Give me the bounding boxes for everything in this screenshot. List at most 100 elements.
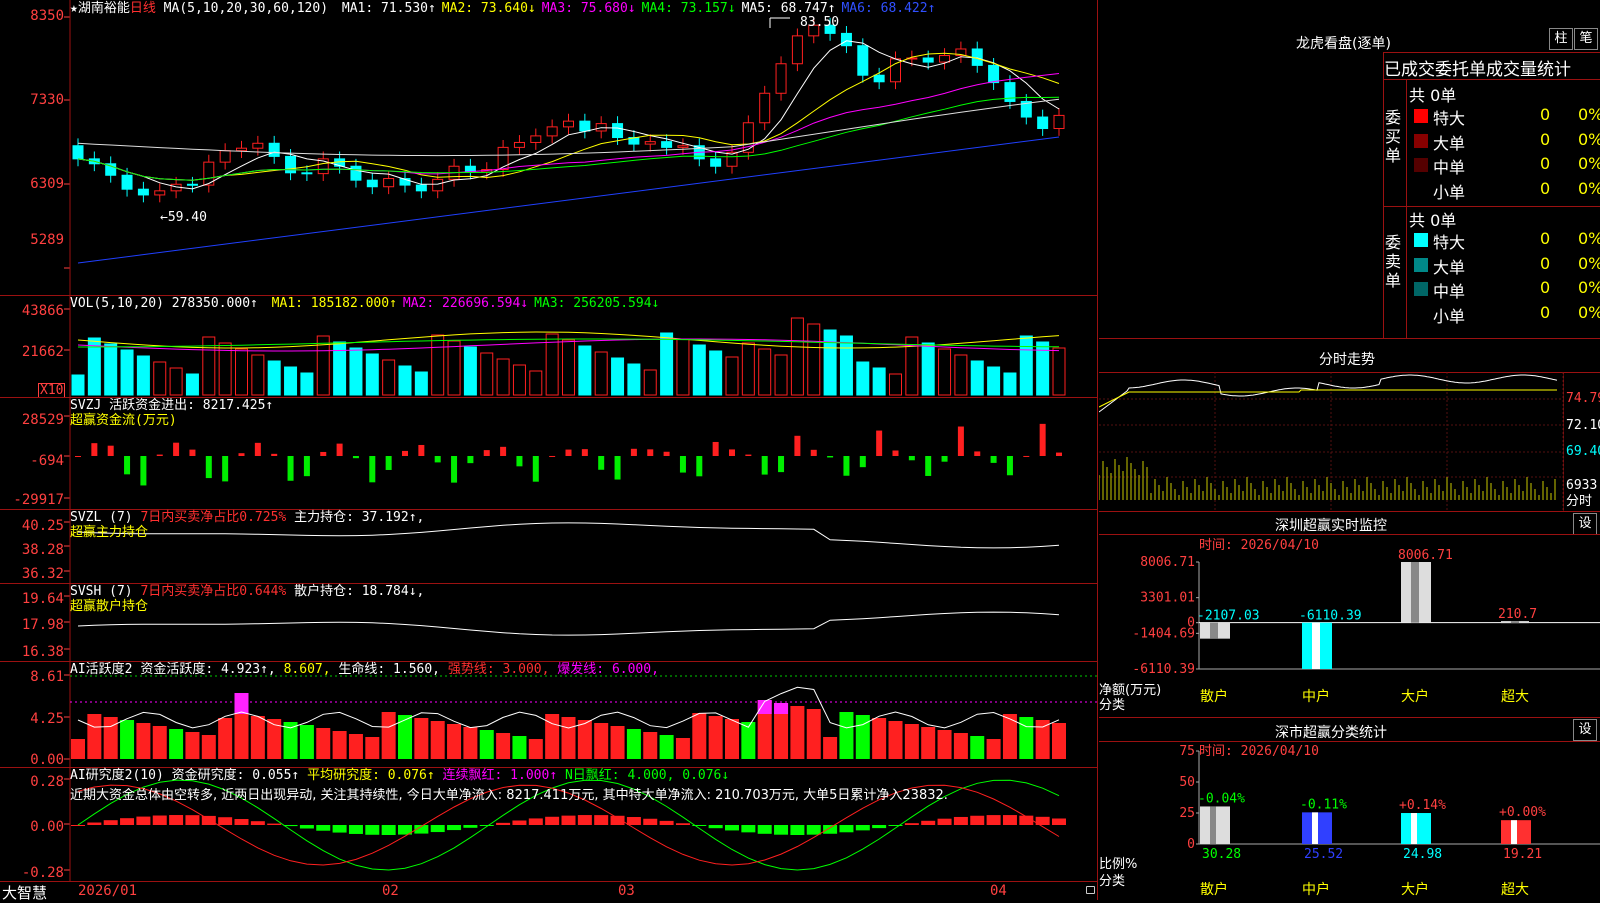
research-bar — [185, 815, 200, 825]
volume-bar — [414, 371, 428, 396]
candle-body — [1053, 114, 1065, 130]
ai-research-nday: N日飘红: 4.000, 0.076↓ — [564, 768, 730, 783]
svzl-label1: 7日内买卖净占比0.725% — [140, 510, 287, 525]
intraday-tick: 6933 — [1566, 478, 1598, 493]
fund-flow-bar — [696, 456, 703, 477]
fund-flow-bar — [941, 456, 948, 462]
ma-value: MA1: 71.530↑ — [341, 1, 436, 16]
svzl-tick: 38.28 — [21, 542, 64, 558]
research-bar — [790, 825, 805, 835]
sz-class-ylabel: 比例% — [1099, 857, 1138, 872]
candle-body — [579, 120, 591, 132]
y-tick-label: 8006.71 — [1140, 555, 1195, 570]
lhb-bar-button[interactable]: 柱 — [1549, 28, 1573, 50]
lhb-buy-row-name: 大单 — [1433, 133, 1466, 153]
candle-body — [775, 63, 787, 94]
research-bar — [103, 820, 118, 825]
volume-bar — [562, 339, 575, 396]
research-bar — [528, 818, 543, 825]
monitor-bar-label: -6110.39 — [1299, 609, 1362, 624]
sz-monitor-ylabel: 净额(万元) — [1099, 683, 1162, 698]
candle-body — [546, 126, 558, 137]
ai-active-strong: 强势线: 3.000, — [447, 662, 550, 677]
price-line — [1099, 374, 1558, 413]
x-tick: 04 — [990, 883, 1007, 899]
sz-class-xlabel: 分类 — [1099, 874, 1126, 889]
candle-body — [285, 155, 297, 174]
lhb-sell-row-name: 大单 — [1433, 257, 1466, 277]
chart-canvas[interactable] — [0, 0, 1098, 900]
ai-research-tick: 0.28 — [30, 774, 64, 790]
active-bar — [708, 716, 723, 759]
y-tick-label: 0 — [1187, 837, 1195, 852]
sz-class-title: 深市超赢分类统计 — [1275, 725, 1387, 741]
research-bar — [447, 825, 462, 831]
fund-flow-bar — [173, 442, 180, 456]
fund-flow-bar — [729, 449, 735, 456]
fund-flow-bar — [990, 456, 997, 463]
research-bar — [1052, 818, 1066, 825]
active-bar — [103, 717, 118, 759]
fund-flow-bar — [827, 456, 834, 458]
fund-flow-bar — [630, 448, 637, 456]
price-tick: 7330 — [30, 92, 64, 108]
active-bar — [872, 718, 887, 759]
candle-body — [415, 184, 427, 192]
svzl-subtitle: 超赢主力持仓 — [70, 525, 149, 540]
lhb-sell-row-pct: 0% — [1578, 302, 1600, 322]
candle-body — [121, 174, 133, 190]
x-tick: 02 — [382, 883, 399, 899]
volume-bar — [872, 367, 886, 396]
category-label: 散户 — [1200, 881, 1228, 898]
stock-name: ★湖南裕能 — [70, 1, 130, 16]
active-bar — [479, 730, 494, 759]
ai-active-title: AI活跃度2 — [70, 662, 133, 677]
ai-research-avg: 平均研究度: 0.076↑ — [307, 768, 435, 783]
sz-monitor-settings-button[interactable]: 设 — [1573, 513, 1597, 535]
vol-unit-label: X10 — [38, 383, 66, 398]
active-bar — [201, 735, 216, 759]
price-tick: 6309 — [30, 176, 64, 192]
volume-bar — [938, 348, 952, 396]
lhb-buy-row-pct: 0% — [1578, 178, 1600, 198]
main-chart-area[interactable]: ★湖南裕能日线 MA(5,10,20,30,60,120) MA1: 71.53… — [0, 0, 1098, 902]
lhb-sell-label: 委卖单 — [1385, 233, 1402, 290]
period-label[interactable]: 日线 — [130, 1, 156, 16]
monitor-bar-shade — [1210, 622, 1218, 639]
intraday-chart[interactable] — [1099, 372, 1564, 512]
volume-bar — [447, 340, 461, 396]
lhb-sell-row-count: 0 — [1540, 302, 1551, 322]
volume-bar — [807, 323, 821, 396]
candle-body — [301, 172, 313, 175]
candle-body — [922, 57, 934, 63]
category-label: 超大 — [1501, 689, 1529, 705]
lock-icon[interactable] — [1086, 886, 1095, 894]
sz-class-settings-button[interactable]: 设 — [1573, 719, 1597, 741]
active-bar — [577, 720, 592, 759]
research-bar — [757, 825, 772, 834]
fund-flow-bar — [402, 450, 408, 456]
fund-flow-bar — [974, 451, 981, 456]
research-bar — [659, 820, 674, 825]
svzl-label2: 主力持仓: 37.192↑, — [294, 510, 425, 525]
candle-body — [677, 145, 689, 148]
lhb-sell-total: 共 0单 — [1409, 211, 1457, 230]
svsh-tick: 19.64 — [21, 591, 64, 607]
active-bar — [986, 739, 1001, 759]
lhb-tick-button[interactable]: 笔 — [1574, 28, 1598, 50]
ai-active-v2: 8.607, — [283, 662, 331, 677]
volume-bar — [512, 364, 526, 396]
volume-bar — [921, 342, 935, 396]
category-label: 大户 — [1401, 688, 1429, 705]
ai-research-tick: -0.28 — [21, 865, 64, 881]
volume-bar — [741, 342, 755, 396]
volume-bar — [1052, 347, 1066, 396]
volume-bar — [889, 373, 902, 396]
candle-body — [252, 142, 264, 149]
active-bar — [790, 706, 805, 759]
lhb-buy-row-pct: 0% — [1578, 105, 1600, 124]
fund-flow-bar — [712, 441, 719, 456]
lhb-sell-row-name: 特大 — [1433, 233, 1466, 252]
vol-ma-value: MA3: 256205.594↓ — [534, 296, 660, 311]
svzj-tick: -29917 — [13, 492, 64, 508]
